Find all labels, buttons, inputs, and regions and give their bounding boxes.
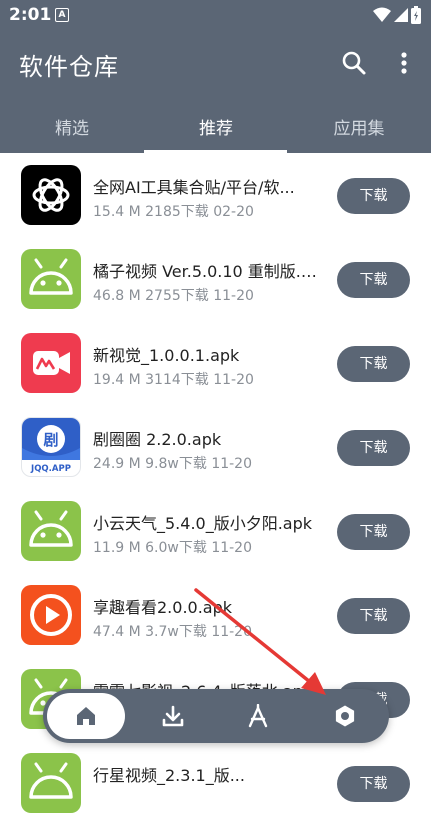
app-header: 2:01 A 软件仓库 精选 推荐 应用集 [0, 0, 431, 153]
list-item[interactable]: 小云天气_5.4.0_版小夕阳.apk 11.9 M 6.0w下载 11-20 … [0, 489, 431, 573]
page-title: 软件仓库 [19, 53, 119, 81]
list-item[interactable]: 新视觉_1.0.0.1.apk 19.4 M 3114下载 11-20 下载 [0, 321, 431, 405]
nav-home-button[interactable] [47, 693, 125, 739]
list-item[interactable]: 享趣看看2.0.0.apk 47.4 M 3.7w下载 11-20 下载 [0, 573, 431, 657]
app-name: 全网AI工具集合贴/平台/软... [93, 178, 295, 197]
app-meta: 24.9 M 9.8w下载 11-20 [93, 456, 252, 472]
status-time: 2:01 [9, 5, 52, 25]
list-item[interactable]: 全网AI工具集合贴/平台/软... 15.4 M 2185下载 02-20 下载 [0, 153, 431, 237]
tab-bar: 精选 推荐 应用集 [0, 100, 431, 153]
list-item[interactable]: 行星视频_2.3.1_版... 下载 [0, 741, 431, 825]
openai-logo-icon [21, 165, 81, 225]
more-options-icon[interactable] [394, 50, 414, 76]
tab-recommended[interactable]: 推荐 [144, 114, 288, 139]
download-button[interactable]: 下载 [337, 430, 410, 466]
battery-icon [411, 6, 421, 24]
bottom-nav [43, 689, 389, 743]
jqq-icon-glyph: 剧 [43, 431, 58, 449]
app-meta: 19.4 M 3114下载 11-20 [93, 372, 254, 388]
app-store-icon[interactable] [246, 704, 270, 728]
app-name: 剧圈圈 2.2.0.apk [93, 430, 222, 449]
app-name: 新视觉_1.0.0.1.apk [93, 346, 240, 365]
app-name: 橘子视频 Ver.5.0.10 重制版.a... [93, 262, 318, 281]
download-button[interactable]: 下载 [337, 598, 410, 634]
app-name: 享趣看看2.0.0.apk [93, 598, 233, 617]
download-button[interactable]: 下载 [337, 514, 410, 550]
download-button[interactable]: 下载 [337, 178, 410, 214]
android-icon [21, 753, 81, 813]
jqq-app-icon: 剧 JQQ.APP [21, 417, 81, 477]
play-app-icon [21, 585, 81, 645]
status-icons [373, 6, 421, 24]
android-icon [21, 249, 81, 309]
app-name: 小云天气_5.4.0_版小夕阳.apk [93, 514, 313, 533]
settings-icon[interactable] [333, 704, 357, 728]
download-icon[interactable] [161, 704, 185, 728]
app-meta: 15.4 M 2185下载 02-20 [93, 204, 254, 220]
app-name: 行星视频_2.3.1_版... [93, 766, 245, 785]
signal-icon [394, 8, 408, 22]
list-item[interactable]: 剧 JQQ.APP 剧圈圈 2.2.0.apk 24.9 M 9.8w下载 11… [0, 405, 431, 489]
notification-icon: A [55, 8, 69, 22]
video-app-icon [21, 333, 81, 393]
app-meta: 47.4 M 3.7w下载 11-20 [93, 624, 252, 640]
jqq-icon-label: JQQ.APP [30, 464, 71, 474]
download-button[interactable]: 下载 [337, 262, 410, 298]
tab-collections[interactable]: 应用集 [287, 114, 431, 139]
tab-featured[interactable]: 精选 [0, 114, 144, 139]
download-button[interactable]: 下载 [337, 346, 410, 382]
download-button[interactable]: 下载 [337, 766, 410, 802]
list-item[interactable]: 橘子视频 Ver.5.0.10 重制版.a... 46.8 M 2755下载 1… [0, 237, 431, 321]
app-meta: 46.8 M 2755下载 11-20 [93, 288, 254, 304]
status-bar: 2:01 A [0, 0, 431, 30]
android-icon [21, 501, 81, 561]
home-icon [77, 707, 95, 725]
app-meta: 11.9 M 6.0w下载 11-20 [93, 540, 252, 556]
search-icon[interactable] [341, 50, 367, 76]
wifi-icon [373, 7, 391, 22]
